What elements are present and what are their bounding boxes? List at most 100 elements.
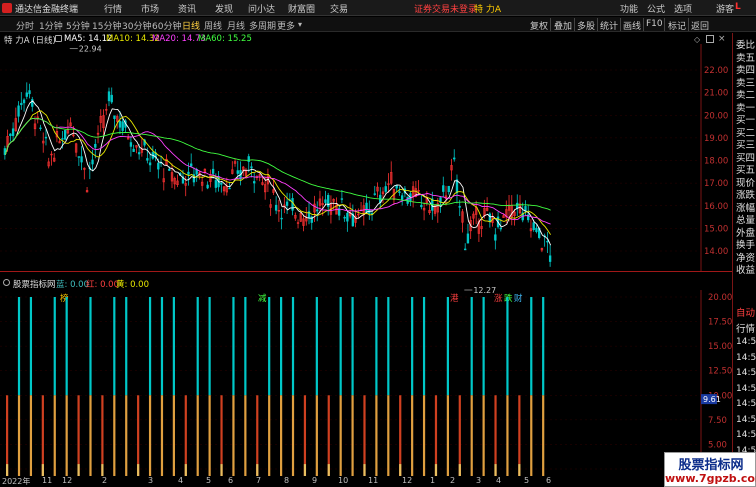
btn-f10[interactable]: F10 bbox=[646, 19, 663, 29]
price-axis-label: 19.00 bbox=[704, 134, 728, 144]
btn-biaoji[interactable]: 标记 bbox=[668, 19, 686, 32]
btn-diejia[interactable]: 叠加 bbox=[554, 19, 572, 32]
menu-jiaoyi[interactable]: 交易 bbox=[330, 2, 348, 15]
menu-shichang[interactable]: 市场 bbox=[141, 2, 159, 15]
candle-body bbox=[20, 102, 23, 106]
candle-body bbox=[132, 148, 135, 152]
ma10-line bbox=[4, 110, 552, 235]
menu-faxian[interactable]: 发现 bbox=[215, 2, 233, 15]
toolbar-divider bbox=[643, 18, 644, 31]
btn-fanhui[interactable]: 返回 bbox=[691, 19, 709, 32]
x-axis-label: 8 bbox=[284, 476, 290, 485]
indicator-settings-icon[interactable] bbox=[3, 279, 10, 286]
indicator-bar-low bbox=[29, 395, 33, 476]
indicator-bar-yellow bbox=[434, 464, 438, 476]
period-week[interactable]: 周线 bbox=[204, 19, 222, 32]
indicator-bar-blue bbox=[113, 297, 116, 396]
indicator-bar-low bbox=[208, 395, 211, 476]
menu-bar: 通达信金融终端 行情 市场 资讯 发现 问小达 财富圈 交易 证券交易未登录 特… bbox=[0, 0, 756, 16]
candle-body bbox=[466, 233, 470, 244]
menu-gongneng[interactable]: 功能 bbox=[620, 2, 638, 15]
watermark-title: 股票指标网 bbox=[678, 458, 744, 473]
indicator-bar-low bbox=[470, 395, 473, 476]
menu-xuanxiang[interactable]: 选项 bbox=[674, 2, 692, 15]
indicator-bar-red bbox=[363, 395, 366, 476]
indicator-bar-blue bbox=[339, 297, 342, 396]
indicator-bar-blue bbox=[506, 297, 509, 396]
period-5min[interactable]: 5分钟 bbox=[66, 19, 90, 32]
indicator-axis-label: 12.50 bbox=[708, 367, 732, 377]
pane-divider[interactable] bbox=[0, 271, 732, 272]
more-chevron-icon[interactable]: ▾ bbox=[298, 20, 302, 29]
login-warning[interactable]: 证券交易未登录 bbox=[414, 2, 477, 15]
period-multi[interactable]: 多周期 bbox=[249, 19, 276, 32]
indicator-bar-low bbox=[268, 395, 271, 476]
kline-chart[interactable]: 22.00 21.00 20.00 19.00 18.00 17.00 16.00 15.00… bbox=[0, 44, 732, 304]
menu-wenxiaoda[interactable]: 问小达 bbox=[248, 2, 275, 15]
maximize-icon[interactable] bbox=[706, 35, 714, 43]
indicator-bar-blue bbox=[291, 297, 295, 396]
x-axis: 2022年 11 12 2 3 4 5 6 7 8 9 10 11 12 1 2 3 4 5 6 bbox=[0, 476, 732, 487]
candle-body bbox=[110, 94, 113, 103]
btn-tongji[interactable]: 统计 bbox=[600, 19, 618, 32]
indicator-bar-blue bbox=[53, 297, 56, 396]
candle-body bbox=[17, 105, 20, 117]
period-15min[interactable]: 15分钟 bbox=[92, 19, 121, 32]
indicator-bar-red bbox=[41, 395, 44, 476]
guest-user[interactable]: 游客 bbox=[716, 2, 734, 15]
indicator-name: 股票指标网 bbox=[13, 280, 56, 290]
settings-icon[interactable] bbox=[55, 35, 62, 42]
candle-body bbox=[146, 158, 149, 161]
indicator-bar-blue bbox=[160, 297, 164, 396]
auto-label[interactable]: 自动 bbox=[736, 305, 755, 319]
indicator-bar-yellow bbox=[363, 464, 366, 476]
candle-body bbox=[442, 185, 445, 192]
candle-body bbox=[447, 185, 450, 193]
candle-body bbox=[400, 195, 404, 200]
candle-body bbox=[458, 206, 461, 208]
period-fenshi[interactable]: 分时 bbox=[16, 19, 34, 32]
candle-body bbox=[22, 99, 26, 104]
menu-gongshi[interactable]: 公式 bbox=[647, 2, 665, 15]
indicator-bar-blue bbox=[244, 297, 247, 396]
candle-body bbox=[464, 248, 467, 251]
candle-body bbox=[206, 184, 209, 189]
indicator-bar-red bbox=[184, 395, 187, 476]
expand-icon[interactable]: ◇ bbox=[694, 35, 700, 44]
period-1min[interactable]: 1分钟 bbox=[39, 19, 63, 32]
x-axis-label: 10 bbox=[338, 476, 349, 485]
btn-fuquan[interactable]: 复权 bbox=[530, 19, 548, 32]
candle-body bbox=[546, 240, 549, 243]
candle-body bbox=[121, 121, 124, 131]
candle-body bbox=[343, 217, 346, 219]
quote-label[interactable]: 行情 bbox=[736, 321, 755, 335]
indicator-bar-low bbox=[172, 395, 175, 476]
indicator-bar-blue bbox=[542, 297, 545, 396]
indicator-bar-blue bbox=[387, 297, 390, 396]
indicator-bar-low bbox=[387, 395, 390, 476]
candle-body bbox=[28, 90, 31, 95]
period-30min[interactable]: 30分钟 bbox=[122, 19, 151, 32]
indicator-bar-blue bbox=[208, 297, 211, 396]
indicator-axis-label: 20.00 bbox=[708, 293, 732, 303]
btn-duogu[interactable]: 多股 bbox=[577, 19, 595, 32]
period-day[interactable]: 日线 bbox=[182, 19, 200, 32]
indicator-bar-red bbox=[327, 395, 330, 476]
btn-huaxian[interactable]: 画线 bbox=[623, 19, 641, 32]
close-icon[interactable]: × bbox=[718, 34, 726, 44]
indicator-bar-yellow bbox=[518, 464, 521, 476]
menu-hangqing[interactable]: 行情 bbox=[104, 2, 122, 15]
menu-zixun[interactable]: 资讯 bbox=[178, 2, 196, 15]
period-month[interactable]: 月线 bbox=[227, 19, 245, 32]
tick-time: 14:5 bbox=[736, 352, 756, 363]
candle-body bbox=[187, 171, 190, 175]
indicator-lan: 蓝: 0.00 bbox=[56, 280, 89, 290]
indicator-bar-yellow bbox=[220, 464, 223, 476]
period-more[interactable]: 更多 bbox=[277, 19, 295, 32]
indicator-chart[interactable]: 20.0017.5015.0012.5010.007.505.002.509.6… bbox=[0, 290, 732, 476]
menu-caifuquan[interactable]: 财富圈 bbox=[288, 2, 315, 15]
indicator-bar-low bbox=[17, 395, 21, 476]
x-axis-label: 11 bbox=[368, 476, 379, 485]
period-60min[interactable]: 60分钟 bbox=[152, 19, 181, 32]
indicator-bar-low bbox=[339, 395, 342, 476]
